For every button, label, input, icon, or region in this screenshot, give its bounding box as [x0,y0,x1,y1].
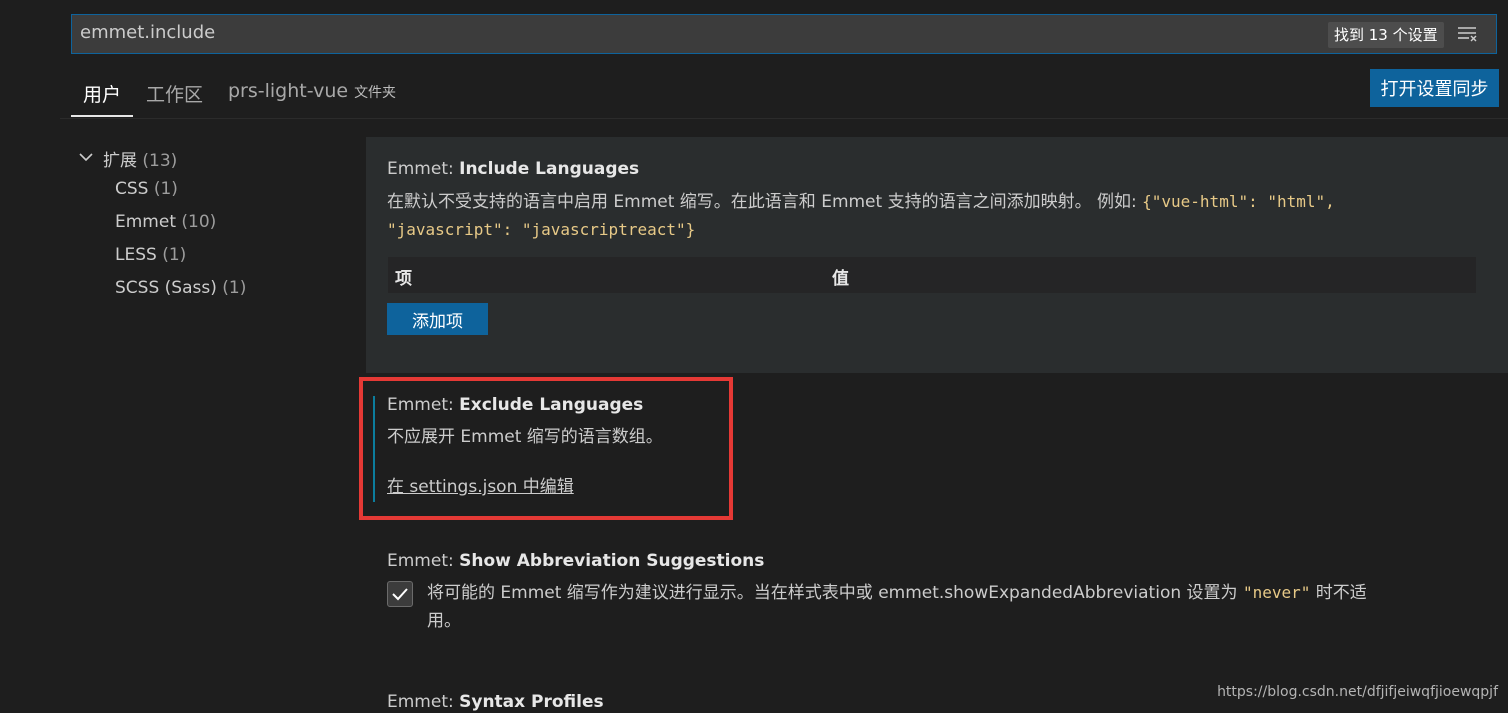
desc-text-a: 将可能的 Emmet 缩写作为建议进行显示。当在样式表中或 emmet.show… [427,583,1243,603]
tab-workspace[interactable]: 工作区 [146,80,203,107]
chevron-down-icon[interactable] [78,149,94,165]
tree-item-label: SCSS (Sass) [115,278,217,298]
tree-item-count: (13) [142,151,178,171]
filter-icon[interactable] [1456,23,1480,45]
setting-title-syntax: Emmet: Syntax Profiles [387,692,604,712]
tree-item-css[interactable]: CSS (1) [115,179,178,199]
desc-code: "never" [1242,583,1311,602]
tab-folder-sub: 文件夹 [354,85,397,101]
desc-text-b: 时不适 [1310,583,1367,603]
header-divider [60,118,1508,119]
setting-title-include: Emmet: Include Languages [387,159,639,179]
tree-item-extensions[interactable]: 扩展 (13) [103,146,177,171]
column-item: 项 [395,269,412,289]
column-value: 值 [832,269,849,289]
setting-desc-suggestions: 将可能的 Emmet 缩写作为建议进行显示。当在样式表中或 emmet.show… [427,579,1457,635]
tab-user[interactable]: 用户 [83,80,121,107]
active-tab-indicator [71,115,133,117]
setting-category: Emmet: [387,551,460,571]
tree-item-scss[interactable]: SCSS (Sass) (1) [115,278,246,298]
desc-code-1: {"vue-html": "html", [1142,192,1335,211]
setting-name: Syntax Profiles [459,692,604,712]
tree-item-less[interactable]: LESS (1) [115,245,186,265]
setting-category: Emmet: [387,692,460,712]
highlight-frame [359,377,733,520]
tree-item-label: 扩展 [103,151,137,171]
setting-name: Include Languages [459,159,640,179]
tree-item-count: (10) [181,212,217,232]
tab-folder-label: prs-light-vue [228,80,349,102]
result-count-badge: 找到 13 个设置 [1328,22,1444,48]
tree-item-label: LESS [115,245,157,265]
settings-search-box[interactable]: emmet.include 找到 13 个设置 [71,14,1497,54]
tab-folder[interactable]: prs-light-vue 文件夹 [228,80,396,102]
tree-item-count: (1) [153,179,178,199]
watermark: https://blog.csdn.net/dfjifjeiwqfjioewqp… [1217,684,1498,700]
tree-item-count: (1) [222,278,247,298]
open-settings-sync-button[interactable]: 打开设置同步 [1370,69,1499,107]
check-icon [392,588,408,601]
desc-text-c: 用。 [427,611,461,631]
tree-item-label: Emmet [115,212,176,232]
setting-desc-include: 在默认不受支持的语言中启用 Emmet 缩写。在此语言和 Emmet 支持的语言… [387,188,1487,244]
setting-title-suggestions: Emmet: Show Abbreviation Suggestions [387,551,764,571]
tree-item-label: CSS [115,179,149,199]
desc-text: 在默认不受支持的语言中启用 Emmet 缩写。在此语言和 Emmet 支持的语言… [387,192,1143,212]
mapping-table-header: 项 值 [388,257,1476,293]
tree-item-count: (1) [162,245,187,265]
tree-item-emmet[interactable]: Emmet (10) [115,212,216,232]
desc-code-2: "javascript": "javascriptreact"} [387,220,696,239]
search-input[interactable]: emmet.include [80,22,215,43]
show-suggestions-checkbox[interactable] [387,581,413,607]
add-item-button[interactable]: 添加项 [387,303,488,335]
setting-category: Emmet: [387,159,460,179]
setting-name: Show Abbreviation Suggestions [459,551,765,571]
